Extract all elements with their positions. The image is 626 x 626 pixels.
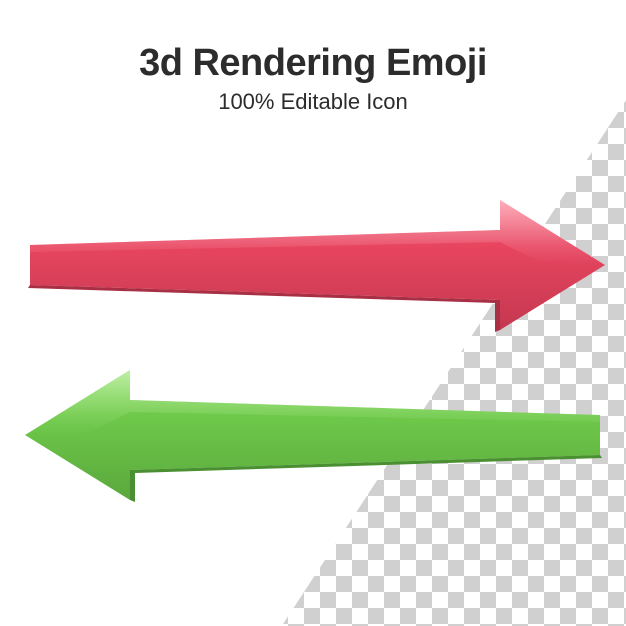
header: 3d Rendering Emoji 100% Editable Icon: [0, 42, 626, 115]
title-text: 3d Rendering Emoji: [0, 42, 626, 85]
green-arrow-left-icon: [20, 360, 610, 510]
subtitle-text: 100% Editable Icon: [0, 89, 626, 115]
arrows-graphic: [0, 170, 626, 550]
red-arrow-right-icon: [20, 190, 610, 340]
